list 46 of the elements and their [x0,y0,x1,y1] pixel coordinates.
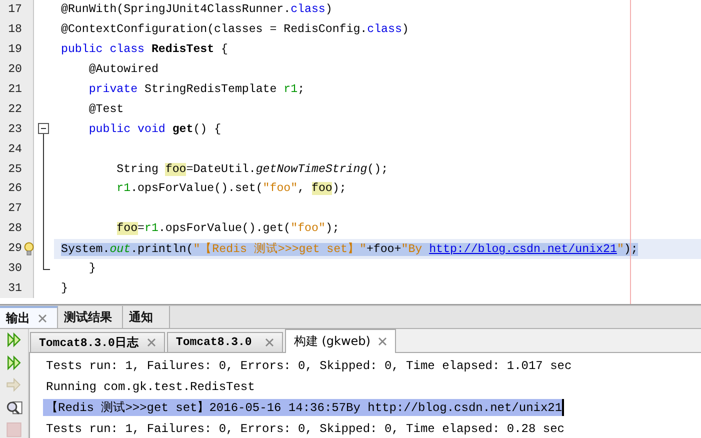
output-line: Tests run: 1, Failures: 0, Errors: 0, Skipped: 0, Time elapsed: 1.017 sec [46,358,572,372]
code-line: @ContextConfiguration(classes = RedisConfig.class) [61,23,409,36]
line-number: 26 [8,182,22,196]
line-number: 24 [8,142,22,156]
panel-tab[interactable]: 通知 [123,306,170,328]
fold-icon[interactable] [38,123,49,134]
line-number: 18 [8,23,22,36]
code-line: } [88,262,96,276]
line-number: 19 [8,43,22,56]
line-number: 21 [8,83,22,96]
close-icon[interactable] [264,338,274,347]
line-number: 25 [8,162,22,176]
double-arrow-icon[interactable] [5,331,23,349]
line-number: 17 [8,3,22,16]
code-line: } [61,282,68,295]
line-number: 22 [8,102,22,116]
line-number: 28 [8,222,22,236]
search-icon[interactable] [5,398,23,416]
code-line: r1.opsForValue().set("foo", foo); [116,182,346,196]
code-line: private StringRedisTemplate r1; [88,83,305,96]
code-line: @RunWith(SpringJUnit4ClassRunner.class) [61,3,332,16]
panel-tab[interactable]: 输出 [0,306,58,328]
code-line: public class RedisTest { [61,43,228,56]
line-number: 30 [8,262,22,276]
output-tab[interactable]: Tomcat8.3.0日志 [30,332,165,352]
line-number: 20 [8,63,22,76]
panel-tab[interactable]: 测试结果 [58,306,123,328]
code-line: String foo=DateUtil.getNowTimeString(); [116,162,388,176]
code-line: @Test [88,102,124,116]
double-arrow-icon[interactable] [5,354,23,372]
code-line: System.out.println("【Redis 测试>>>get set】"+foo+"By http://blog.csdn.net/unix21"); [61,242,638,256]
line-number: 27 [8,202,22,216]
code-line: @Autowired [88,63,158,76]
close-icon[interactable] [146,338,156,347]
line-number: 23 [8,122,22,136]
output-line: Tests run: 1, Failures: 0, Errors: 0, Skipped: 0, Time elapsed: 0.28 sec [46,422,564,436]
output-tab[interactable]: 构建 (gkweb) [284,329,396,353]
line-number: 29 [8,242,22,256]
close-icon[interactable] [378,337,388,346]
output-line: Running com.gk.test.RedisTest [46,380,255,394]
code-line: foo=r1.opsForValue().get("foo"); [116,222,340,236]
line-number: 31 [8,282,22,295]
lightbulb-icon[interactable] [24,242,34,256]
code-line: public void get() { [88,122,222,136]
output-tab[interactable]: Tomcat8.3.0 [166,332,283,352]
close-icon[interactable] [38,314,47,322]
